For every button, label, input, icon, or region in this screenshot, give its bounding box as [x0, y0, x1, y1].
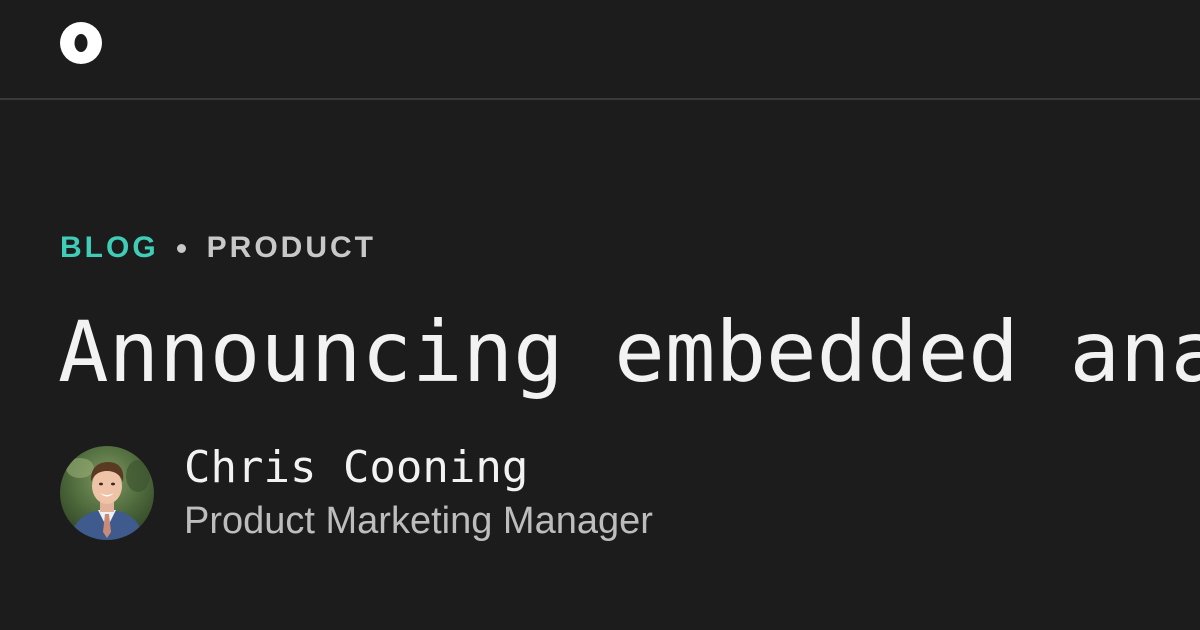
headline-container: Announcing embedded analytics: [0, 300, 1200, 410]
category-link[interactable]: BLOG: [60, 231, 159, 265]
post-title: Announcing embedded analytics: [58, 303, 1200, 401]
author-portrait-icon: [60, 446, 154, 540]
author-role: Product Marketing Manager: [184, 500, 653, 542]
post-breadcrumb: BLOG PRODUCT: [60, 228, 376, 268]
author-name[interactable]: Chris Cooning: [184, 442, 528, 494]
ring-logo-icon: [60, 22, 102, 64]
brand-logo[interactable]: [60, 22, 102, 64]
avatar: [60, 446, 154, 540]
separator-dot-icon: [176, 243, 186, 253]
subcategory-link[interactable]: PRODUCT: [207, 231, 376, 265]
top-bar: [0, 0, 1200, 100]
